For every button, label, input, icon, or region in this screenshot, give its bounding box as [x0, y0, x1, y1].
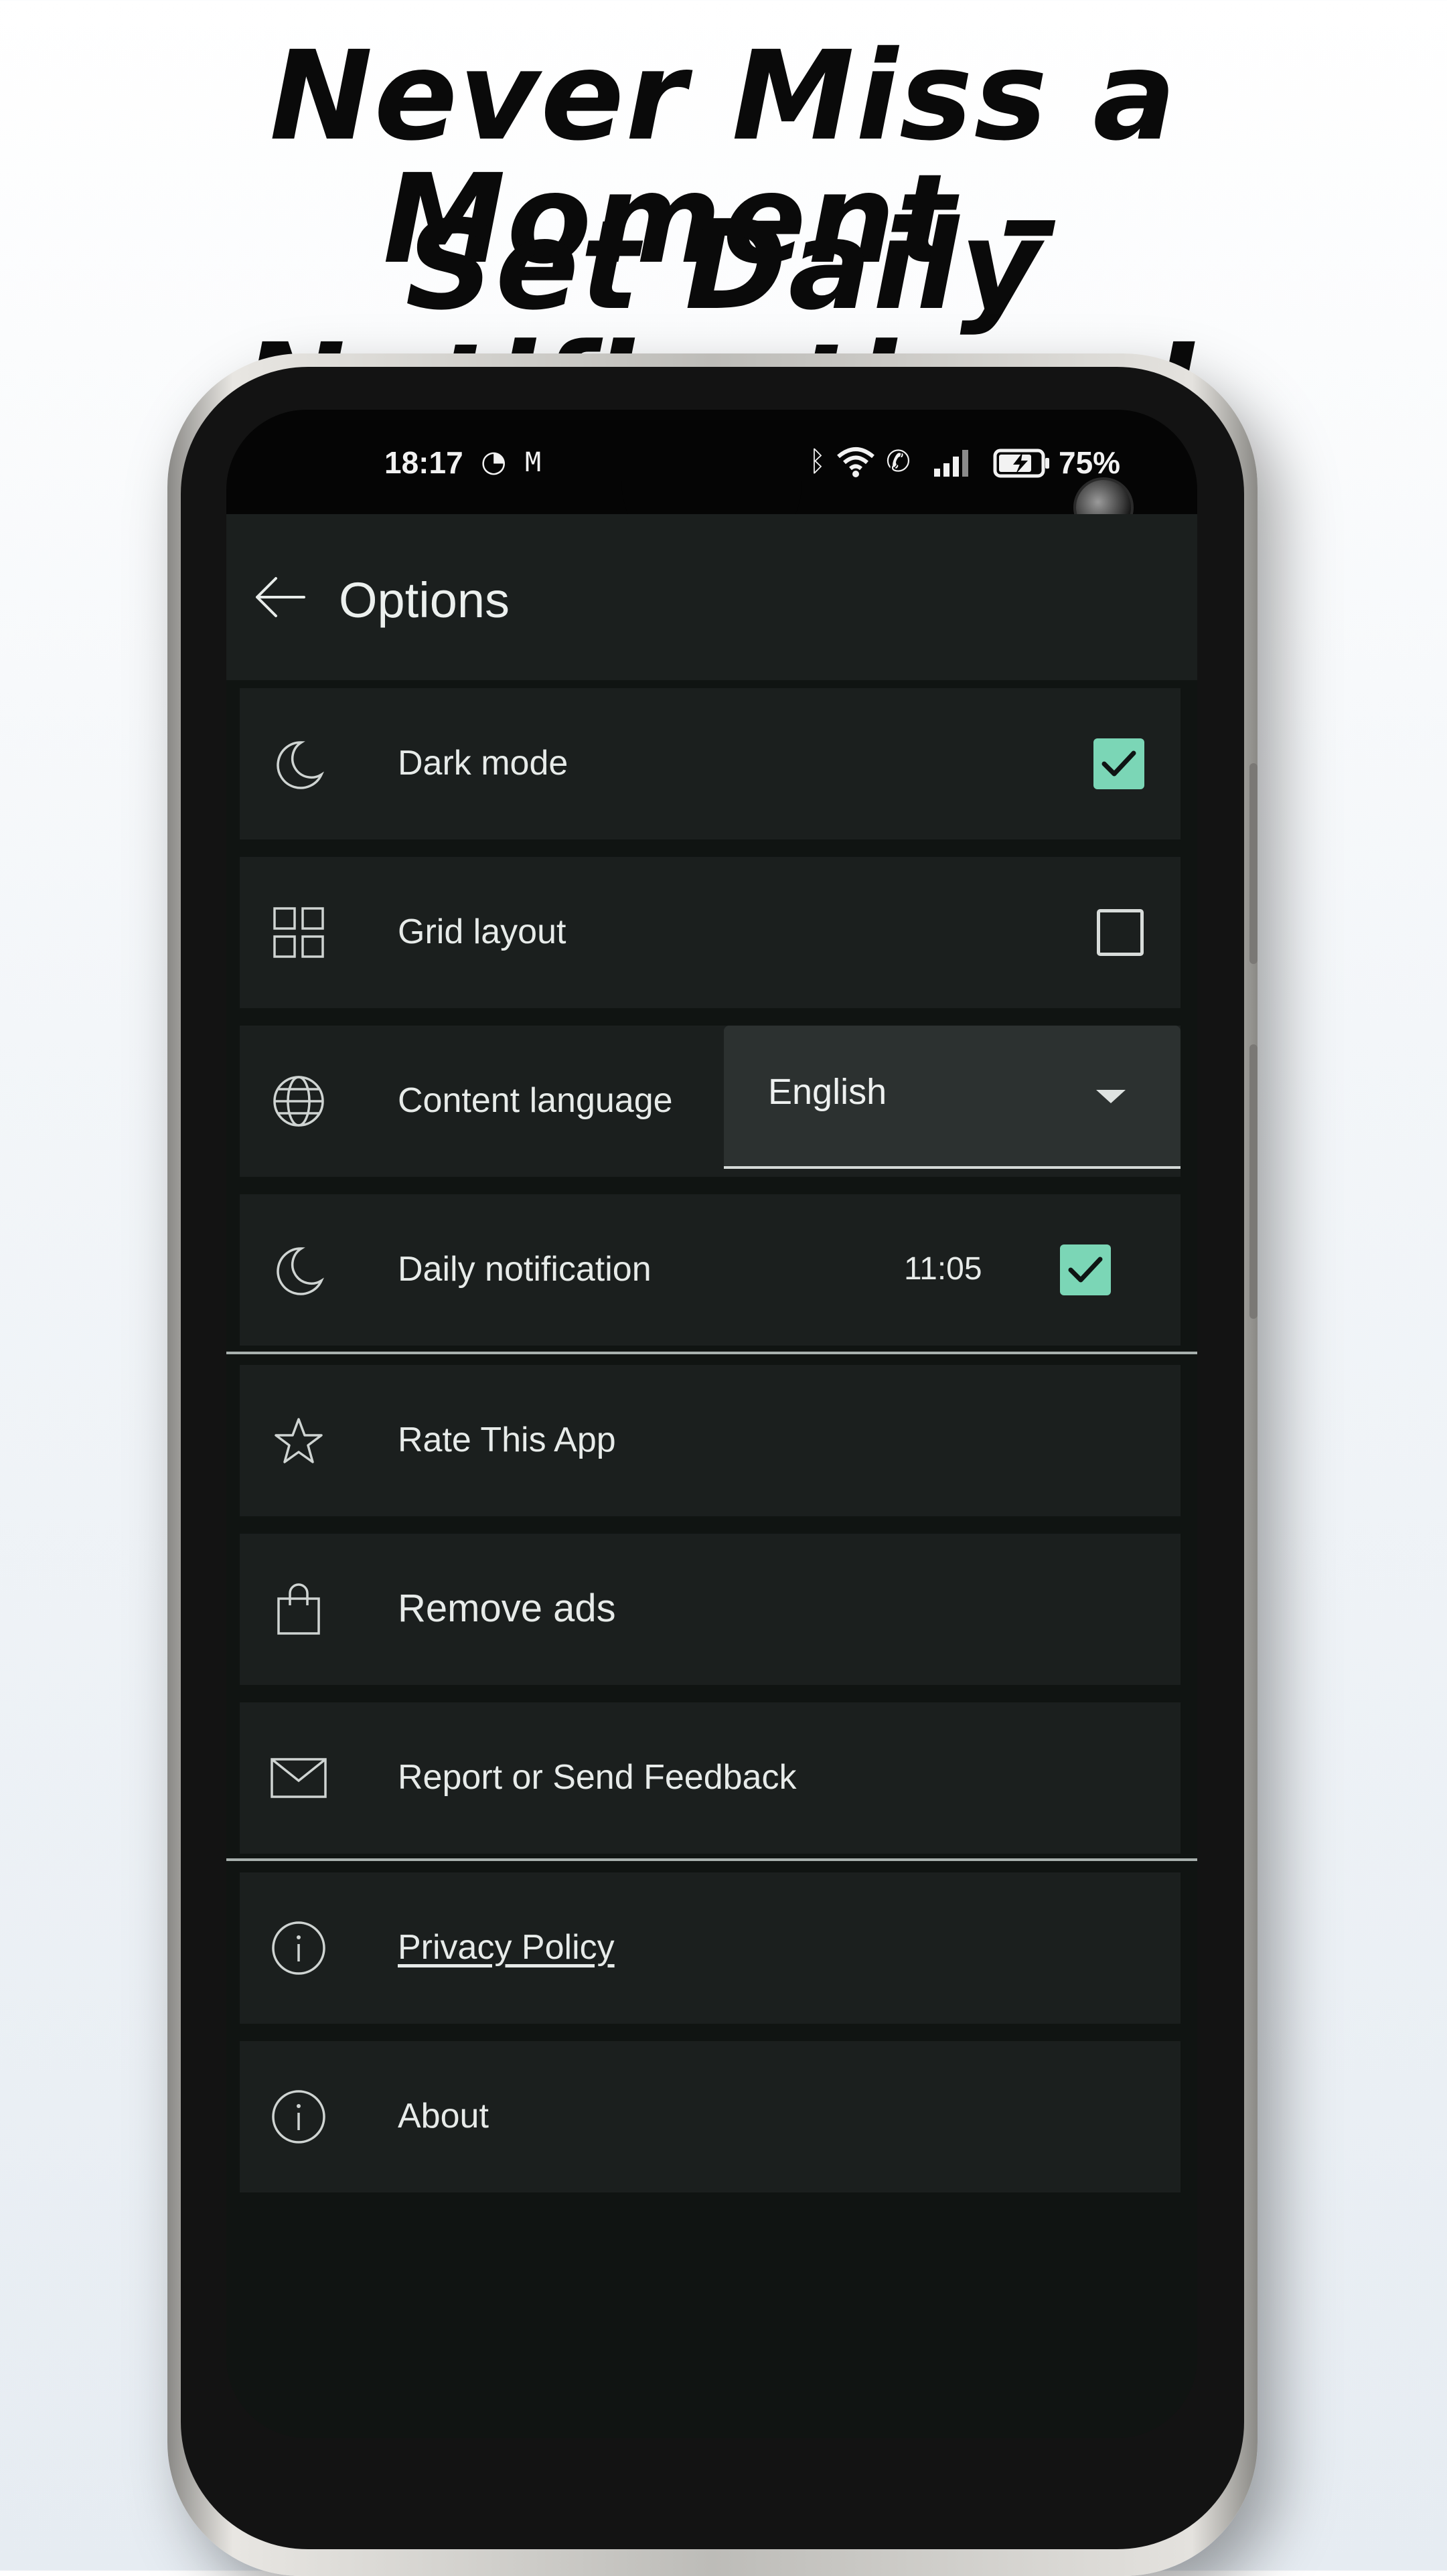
- info-icon: [272, 1921, 325, 1975]
- about-label: About: [398, 2097, 489, 2136]
- dark-mode-label: Dark mode: [398, 744, 568, 783]
- checkmark-icon: [1101, 750, 1136, 777]
- setting-daily-notification[interactable]: Daily notification 11:05: [240, 1194, 1181, 1346]
- mail-icon: [271, 1758, 327, 1798]
- dark-mode-checkbox[interactable]: [1093, 738, 1144, 789]
- rate-app-label: Rate This App: [398, 1421, 616, 1459]
- daily-notification-label: Daily notification: [398, 1250, 652, 1289]
- checkmark-icon: [1068, 1257, 1103, 1283]
- volume-button: [1249, 763, 1258, 964]
- grid-icon: [273, 907, 324, 958]
- remove-ads-label: Remove ads: [398, 1587, 616, 1630]
- feedback-label: Report or Send Feedback: [398, 1758, 797, 1797]
- action-privacy-policy[interactable]: Privacy Policy: [240, 1872, 1181, 2024]
- globe-icon: [273, 1076, 324, 1127]
- gmail-icon: M: [525, 447, 542, 478]
- messenger-icon: ◔: [481, 445, 507, 479]
- action-rate-app[interactable]: Rate This App: [240, 1365, 1181, 1516]
- dropdown-arrow-icon: [1096, 1090, 1126, 1103]
- action-about[interactable]: About: [240, 2041, 1181, 2192]
- battery-charging-icon: [993, 449, 1049, 478]
- notification-time[interactable]: 11:05: [904, 1251, 982, 1287]
- back-arrow-icon[interactable]: [253, 570, 307, 624]
- action-feedback[interactable]: Report or Send Feedback: [240, 1702, 1181, 1854]
- action-remove-ads[interactable]: Remove ads: [240, 1534, 1181, 1685]
- shopping-bag-icon: [277, 1583, 320, 1635]
- section-divider: [226, 1858, 1197, 1861]
- moon-icon: [277, 741, 324, 789]
- phone-screen: 18:17 ◔ M ᛒ ✆ 75% Options Dark mode Grid…: [226, 410, 1197, 2438]
- grid-layout-label: Grid layout: [398, 912, 566, 951]
- language-dropdown[interactable]: English: [724, 1026, 1181, 1169]
- content-language-label: Content language: [398, 1081, 673, 1120]
- setting-dark-mode[interactable]: Dark mode: [240, 688, 1181, 839]
- battery-percent: 75%: [1059, 445, 1121, 480]
- app-bar: Options: [226, 514, 1197, 680]
- section-divider: [226, 1352, 1197, 1354]
- status-time: 18:17: [384, 445, 463, 480]
- star-icon: [275, 1418, 323, 1463]
- wifi-call-icon: ✆: [886, 445, 911, 479]
- bluetooth-icon: ᛒ: [809, 445, 826, 477]
- setting-content-language: Content language English: [240, 1026, 1181, 1177]
- grid-layout-checkbox[interactable]: [1097, 909, 1144, 956]
- page-title: Options: [339, 572, 510, 628]
- language-selected: English: [768, 1072, 887, 1112]
- setting-grid-layout[interactable]: Grid layout: [240, 857, 1181, 1008]
- privacy-policy-link[interactable]: Privacy Policy: [398, 1927, 615, 1967]
- wifi-icon: [837, 447, 874, 477]
- signal-icon: [934, 450, 968, 477]
- daily-notification-checkbox[interactable]: [1060, 1244, 1111, 1295]
- power-button: [1249, 1044, 1258, 1319]
- moon-icon: [277, 1247, 324, 1295]
- info-icon: [272, 2090, 325, 2144]
